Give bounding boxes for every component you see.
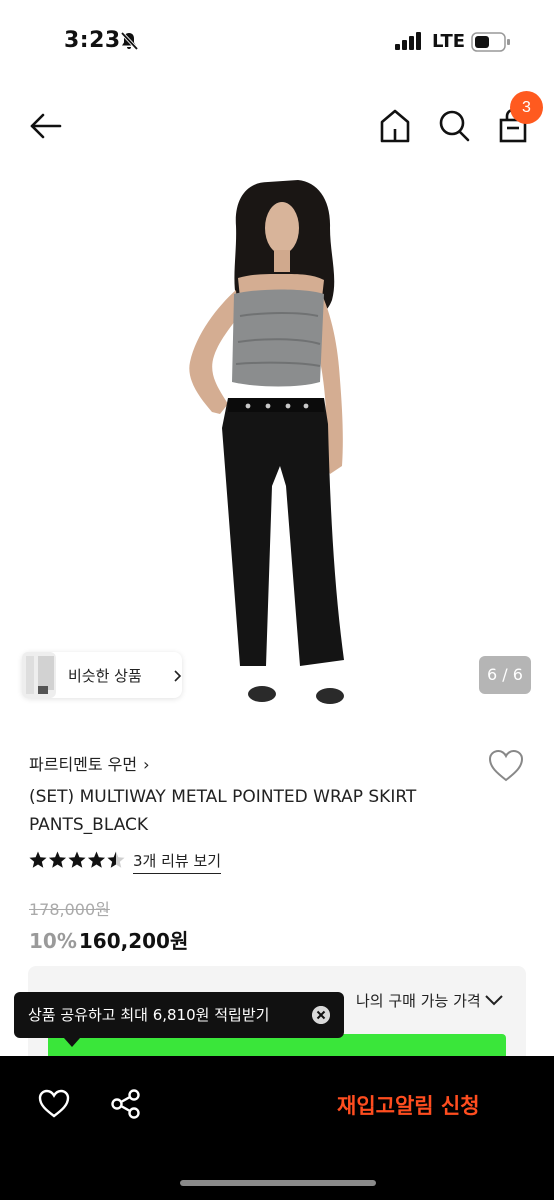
share-icon[interactable]: [110, 1088, 142, 1120]
signal-icon: [395, 32, 421, 50]
review-link[interactable]: 3개 리뷰 보기: [133, 850, 222, 874]
heart-icon[interactable]: [38, 1089, 70, 1119]
similar-products-label: 비슷한 상품: [68, 667, 142, 685]
chevron-right-icon: [174, 670, 182, 682]
restock-alert-button[interactable]: 재입고알림 신청: [337, 1090, 480, 1120]
similar-product-thumbnail: [22, 652, 56, 698]
similar-products-button[interactable]: 비슷한 상품: [22, 652, 182, 698]
product-image[interactable]: [0, 166, 554, 714]
original-price: 178,000원: [29, 900, 110, 919]
bottom-action-bar: 재입고알림 신청: [0, 1056, 554, 1200]
model-photo: [189, 180, 344, 704]
brand-link[interactable]: 파르티멘토 우먼 ›: [29, 751, 150, 775]
share-reward-tooltip: 상품 공유하고 최대 6,810원 적립받기: [14, 992, 344, 1038]
tooltip-pointer: [64, 1038, 80, 1047]
chevron-down-icon[interactable]: [484, 994, 504, 1006]
back-arrow-icon[interactable]: [28, 108, 64, 144]
heart-icon[interactable]: [487, 748, 525, 784]
rating-star: [48, 851, 67, 868]
rating-star: [68, 851, 86, 868]
search-icon[interactable]: [437, 108, 471, 144]
benefit-panel-label: 나의 구매 가능 가격: [356, 992, 481, 1010]
chevron-right-icon: ›: [143, 755, 150, 774]
tooltip-text: 상품 공유하고 최대 6,810원 적립받기: [28, 1006, 270, 1024]
price-row: 10% 160,200원: [29, 925, 188, 954]
home-icon[interactable]: [378, 107, 412, 145]
home-indicator: [180, 1180, 376, 1186]
image-page-indicator: 6 / 6: [479, 656, 531, 694]
bell-slash-icon: [120, 31, 139, 51]
rating-star: [107, 851, 125, 868]
rating-stars: [29, 851, 125, 868]
close-icon[interactable]: [312, 1006, 330, 1024]
discount-rate: 10%: [29, 929, 77, 953]
sale-price: 160,200원: [78, 929, 189, 953]
brand-name: 파르티멘토 우먼: [29, 755, 138, 774]
battery-icon: [471, 32, 510, 52]
status-bar: 3:23 LTE: [0, 0, 554, 80]
cart-count-badge: 3: [510, 91, 543, 124]
rating-star: [29, 851, 47, 868]
status-time: 3:23: [64, 28, 121, 53]
product-title: (SET) MULTIWAY METAL POINTED WRAP SKIRT …: [29, 787, 417, 835]
network-type: LTE: [432, 31, 466, 52]
rating-star: [87, 851, 106, 868]
